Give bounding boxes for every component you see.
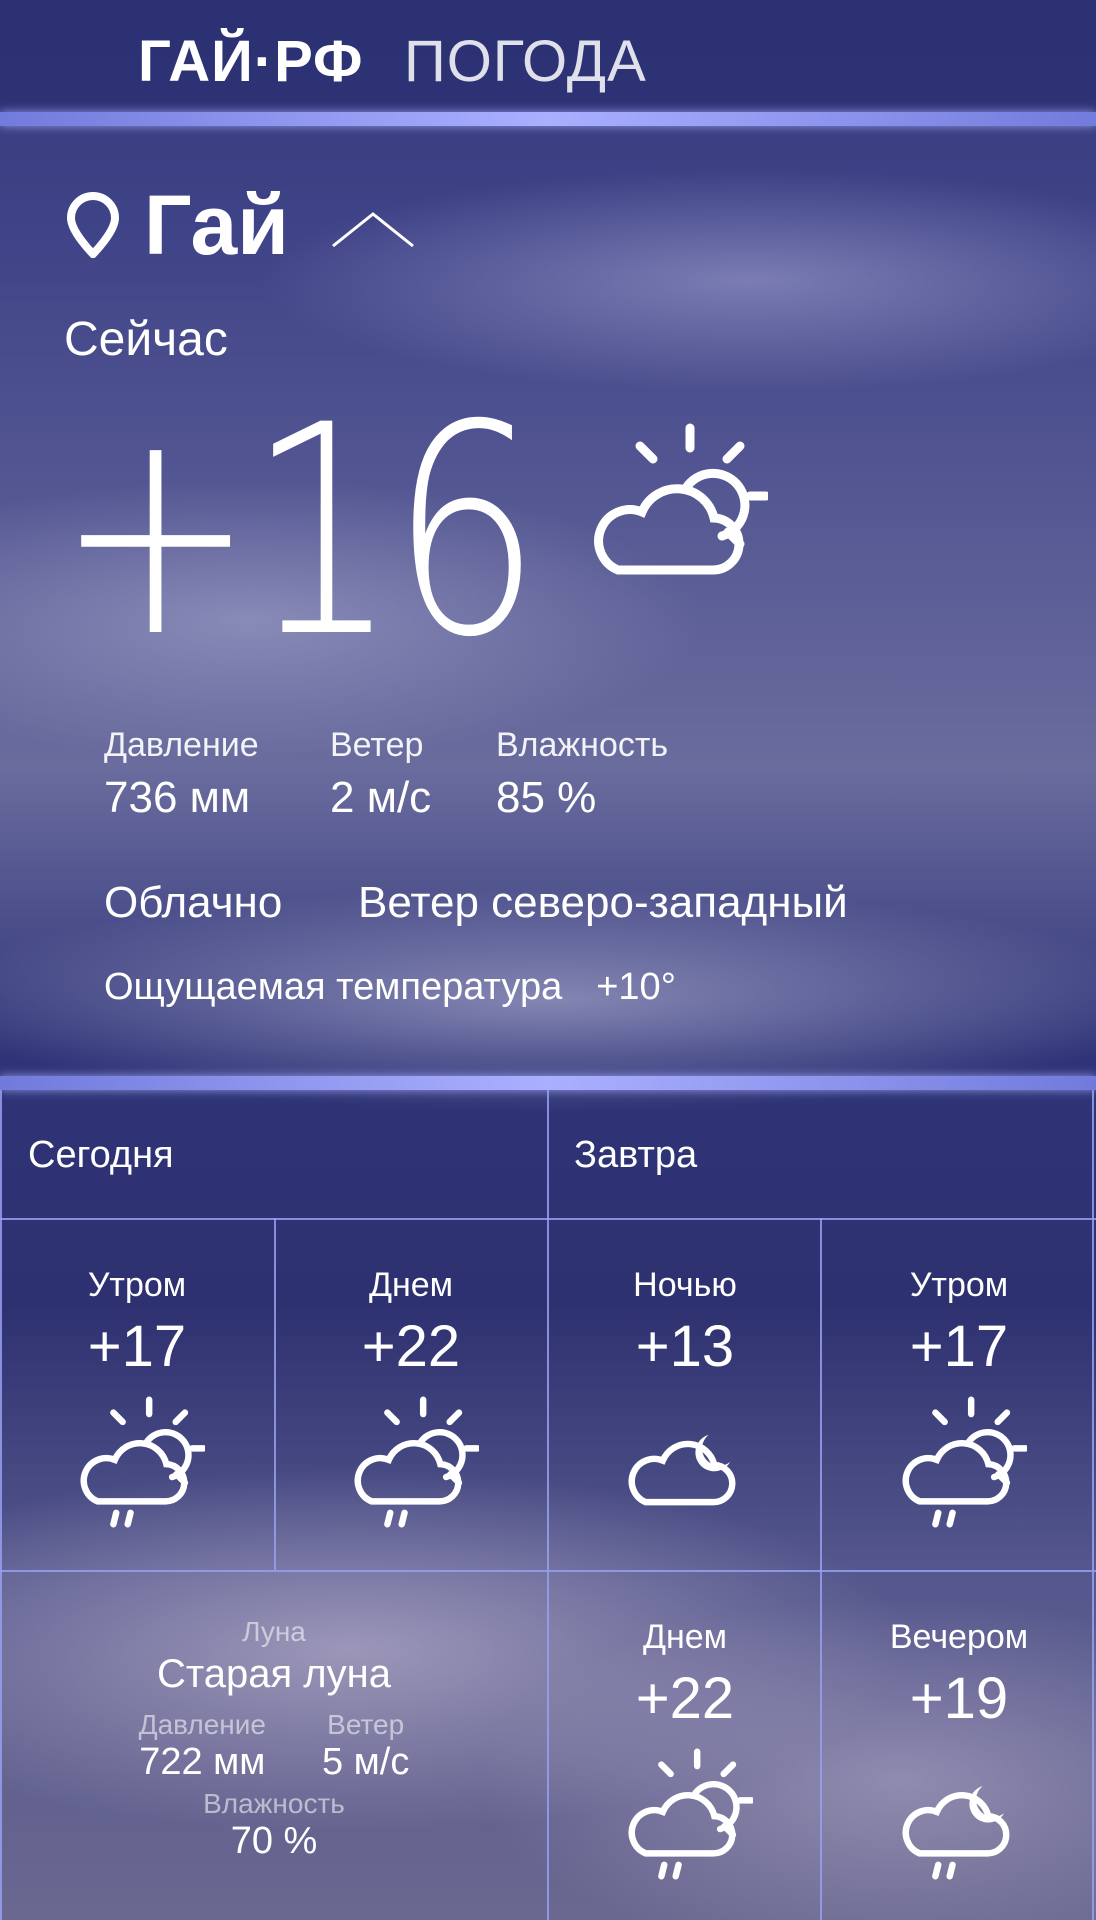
sun-cloud-rain-icon: [891, 1394, 1027, 1530]
moon-wind: Ветер 5 м/с: [322, 1709, 409, 1784]
moon-label: Луна: [242, 1616, 306, 1647]
forecast-cell: Днем +22: [548, 1618, 822, 1882]
condition-text: Облачно: [104, 878, 283, 927]
city-selector[interactable]: Гай: [66, 178, 415, 272]
header-divider: [0, 112, 1096, 126]
location-pin-icon: [66, 192, 120, 258]
forecast-period: Утром: [87, 1266, 187, 1304]
pressure-value: 736 мм: [104, 773, 251, 822]
forecast-temp: +19: [909, 1666, 1009, 1731]
forecast-temp: +17: [87, 1314, 187, 1379]
forecast-divider: [0, 1076, 1096, 1090]
moon-cloud-rain-icon: [891, 1746, 1027, 1882]
humidity-stat: Влажность 85 %: [496, 726, 668, 823]
moon-phase: Старая луна: [157, 1652, 391, 1696]
forecast-temp: +22: [361, 1314, 461, 1379]
wind-stat: Ветер 2 м/с: [330, 726, 431, 823]
moon-humidity-label: Влажность: [203, 1788, 345, 1819]
forecast-cell: Ночью +13: [548, 1266, 822, 1510]
forecast-temp: +13: [635, 1314, 735, 1379]
forecast-period: Вечером: [889, 1618, 1029, 1656]
feels-like: Ощущаемая температура +10°: [104, 966, 676, 1009]
now-label: Сейчас: [64, 313, 228, 366]
moon-wind-label: Ветер: [327, 1709, 405, 1740]
forecast-cell: Утром +17: [0, 1266, 274, 1530]
current-temperature: +16: [56, 364, 541, 701]
sun-cloud-rain-icon: [69, 1394, 205, 1530]
tab-tomorrow[interactable]: Завтра: [574, 1134, 697, 1177]
forecast-cell: Днем +22: [274, 1266, 548, 1530]
pressure-stat: Давление 736 мм: [104, 726, 259, 823]
partly-cloudy-sun-icon: [578, 420, 768, 580]
city-name: Гай: [144, 177, 289, 272]
grid-line: [0, 1218, 1096, 1220]
forecast-cell: Утром +17: [822, 1266, 1096, 1530]
wind-label: Ветер: [330, 726, 424, 764]
forecast-period: Днем: [368, 1266, 454, 1304]
moon-humidity-value: 70 %: [230, 1820, 318, 1862]
humidity-label: Влажность: [496, 726, 669, 764]
sun-cloud-rain-icon: [343, 1394, 479, 1530]
tab-today[interactable]: Сегодня: [28, 1134, 174, 1177]
forecast-temp: +22: [635, 1666, 735, 1731]
forecast-cell: Вечером +19: [822, 1618, 1096, 1882]
feels-like-label: Ощущаемая температура: [104, 966, 563, 1008]
site-logo[interactable]: ГАЙ·РФ: [138, 28, 364, 95]
moon-pressure-value: 722 мм: [139, 1741, 266, 1783]
moon-pressure: Давление 722 мм: [139, 1709, 266, 1784]
app-header: ГАЙ·РФ ПОГОДА: [0, 0, 1096, 112]
forecast-period: Днем: [642, 1618, 728, 1656]
moon-pressure-label: Давление: [138, 1709, 266, 1740]
feels-like-value: +10°: [596, 966, 676, 1008]
grid-line: [0, 1570, 1096, 1572]
pressure-label: Давление: [104, 726, 259, 764]
sun-cloud-rain-icon: [617, 1746, 753, 1882]
forecast-period: Утром: [909, 1266, 1009, 1304]
wind-value: 2 м/с: [330, 773, 432, 822]
forecast-period: Ночью: [633, 1266, 737, 1304]
section-title: ПОГОДА: [404, 29, 647, 94]
wind-direction-text: Ветер северо-западный: [358, 878, 848, 927]
chevron-up-icon[interactable]: [331, 210, 415, 250]
moon-info: Луна Старая луна Давление 722 мм Ветер 5…: [0, 1616, 548, 1863]
moon-wind-value: 5 м/с: [321, 1741, 410, 1783]
moon-cloud-icon: [617, 1394, 753, 1510]
forecast-temp: +17: [909, 1314, 1009, 1379]
humidity-value: 85 %: [496, 773, 597, 822]
